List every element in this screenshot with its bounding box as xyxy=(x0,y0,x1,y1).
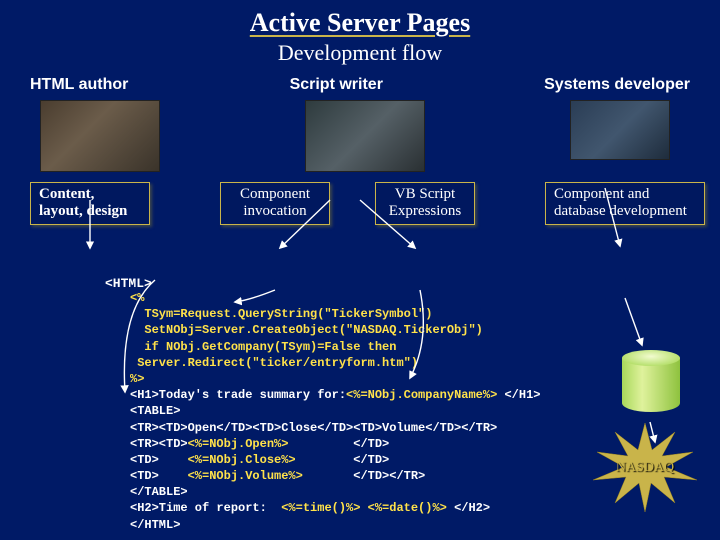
role-html-author: HTML author xyxy=(30,76,128,94)
code-inline: <%=NObj.Open%> xyxy=(188,437,289,451)
code-line: <TR><TD> xyxy=(130,437,188,451)
code-inline: </H2> xyxy=(447,501,490,515)
code-line: </TABLE> xyxy=(130,485,188,499)
code-inline: <%=NObj.CompanyName%> xyxy=(346,388,497,402)
photo-row xyxy=(0,94,720,172)
role-script-writer: Script writer xyxy=(290,76,383,94)
code-line: </HTML> xyxy=(130,518,180,532)
code-line: <H2>Time of report: xyxy=(130,501,281,515)
nasdaq-starburst: NASDAQ xyxy=(590,420,700,515)
box-component-db: Component and database development xyxy=(545,182,705,225)
code-line: <TD> xyxy=(130,453,188,467)
code-line: TSym=Request.QueryString("TickerSymbol") xyxy=(130,307,432,321)
code-inline: </H1> xyxy=(497,388,540,402)
code-line: <TABLE> xyxy=(130,404,180,418)
role-systems-developer: Systems developer xyxy=(544,76,690,94)
code-html-open-tag: <HTML> xyxy=(105,276,152,291)
code-inline: <%=time()%> <%=date()%> xyxy=(281,501,447,515)
photo-systems-developer xyxy=(570,100,670,160)
slide-title: Active Server Pages xyxy=(0,0,720,38)
code-inline: <%=NObj.Close%> xyxy=(188,453,296,467)
box-vb-script: VB Script Expressions xyxy=(375,182,475,225)
code-line: <H1>Today's trade summary for: xyxy=(130,388,346,402)
box-content-layout: Content, layout, design xyxy=(30,182,150,225)
code-inline: </TD> xyxy=(296,453,390,467)
code-line: SetNObj=Server.CreateObject("NASDAQ.Tick… xyxy=(130,323,483,337)
code-inline: </TD></TR> xyxy=(303,469,425,483)
code-line: if NObj.GetCompany(TSym)=False then xyxy=(130,340,396,354)
code-line: <TD> xyxy=(130,469,188,483)
nasdaq-label: NASDAQ xyxy=(616,460,674,476)
database-icon xyxy=(622,350,680,420)
box-component-invocation: Component invocation xyxy=(220,182,330,225)
code-line: Server.Redirect("ticker/entryform.htm") xyxy=(130,356,418,370)
code-inline: <%=NObj.Volume%> xyxy=(188,469,303,483)
code-line: <% xyxy=(130,291,144,305)
asp-code-block: <% TSym=Request.QueryString("TickerSymbo… xyxy=(130,290,541,533)
arrow-compdb-to-db xyxy=(625,298,642,345)
code-line: <TR><TD>Open</TD><TD>Close</TD><TD>Volum… xyxy=(130,421,497,435)
code-inline: </TD> xyxy=(288,437,389,451)
photo-script-writer xyxy=(305,100,425,172)
code-line: %> xyxy=(130,372,144,386)
concept-boxes: Content, layout, design Component invoca… xyxy=(0,182,720,242)
slide-subtitle: Development flow xyxy=(0,40,720,66)
role-row: HTML author Script writer Systems develo… xyxy=(0,66,720,94)
photo-html-author xyxy=(40,100,160,172)
